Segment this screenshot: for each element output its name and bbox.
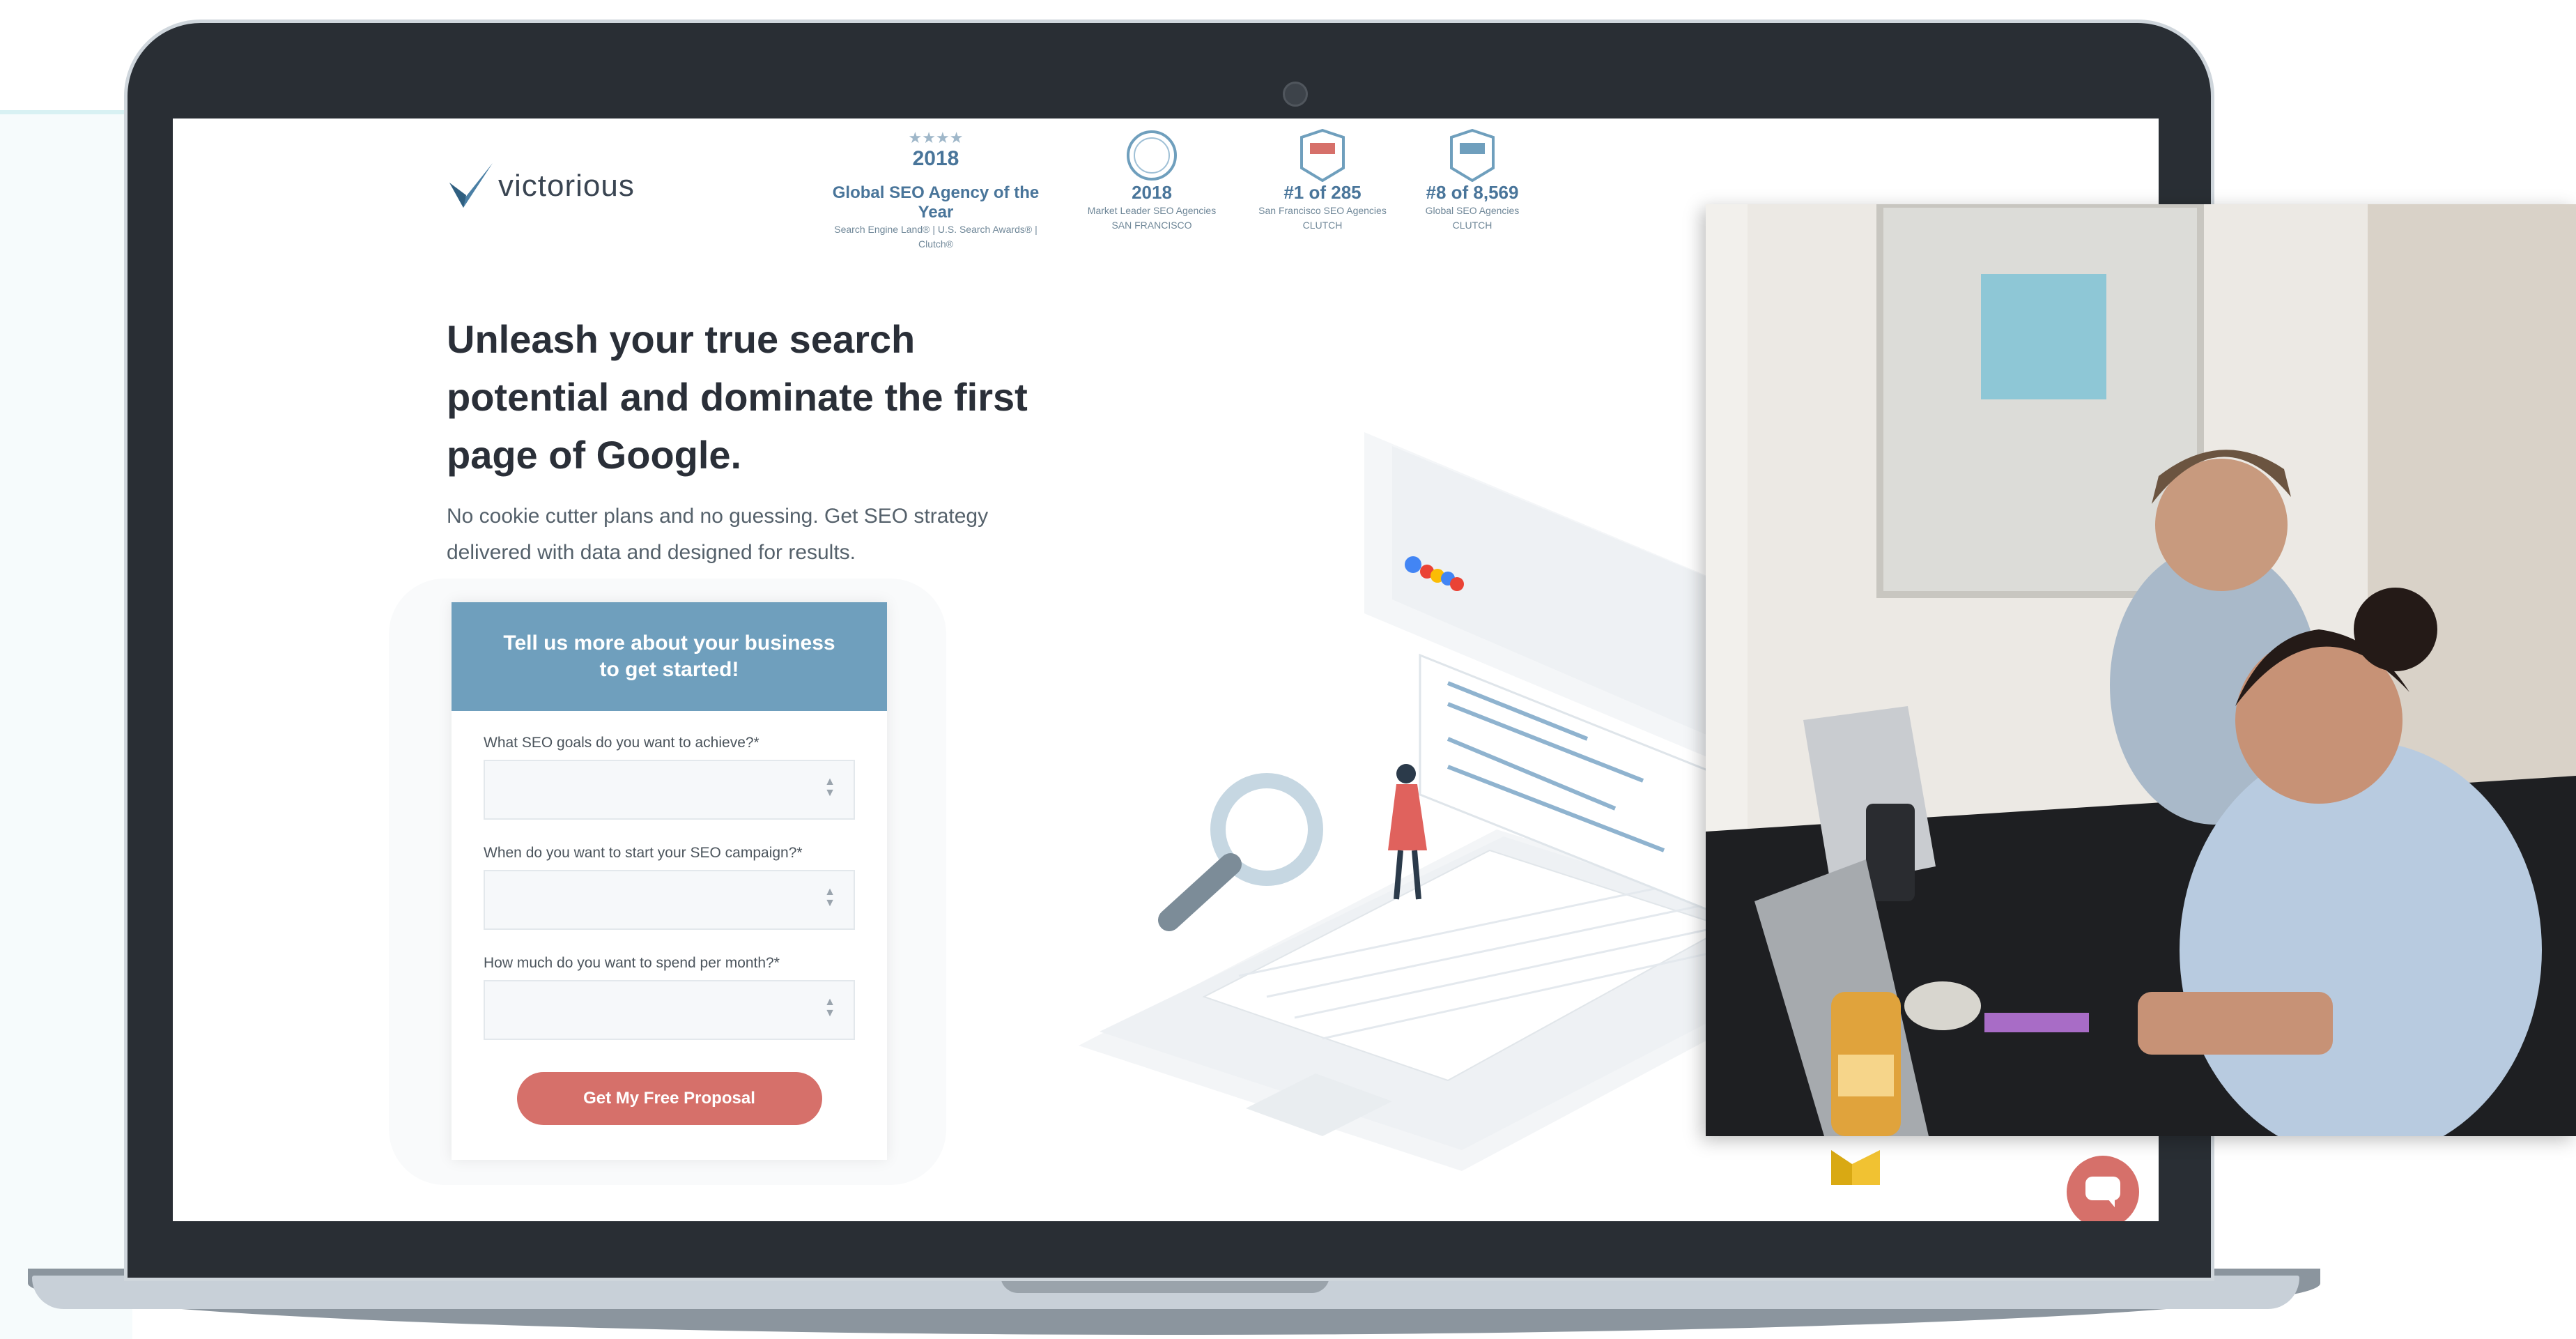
clutch-badge-icon — [1450, 129, 1495, 182]
chat-button[interactable] — [2067, 1156, 2139, 1221]
award-global-ranking: #8 of 8,569 Global SEO Agencies CLUTCH — [1396, 129, 1549, 233]
monthly-budget-label: How much do you want to spend per month?… — [484, 955, 780, 971]
hero-subtitle: No cookie cutter plans and no guessing. … — [447, 505, 989, 564]
camera-icon — [1283, 82, 1308, 107]
up-down-arrows-icon: ▲ ▼ — [824, 886, 835, 909]
award-title: Global SEO Agencies — [1425, 205, 1520, 216]
award-rank: #8 of 8,569 — [1426, 182, 1519, 203]
up-down-arrows-icon: ▲ ▼ — [824, 996, 835, 1019]
badge-icon — [1127, 130, 1177, 181]
award-title: Market Leader SEO Agencies — [1087, 205, 1217, 216]
award-sf-ranking: #1 of 285 San Francisco SEO Agencies CLU… — [1246, 129, 1399, 233]
seo-goals-label: What SEO goals do you want to achieve?* — [484, 735, 759, 751]
award-stars: ★★★★ — [908, 129, 964, 146]
team-photo — [1706, 204, 2576, 1136]
award-year: 2018 — [912, 147, 959, 170]
award-year: 2018 — [1132, 182, 1172, 203]
seo-goals-select[interactable]: ▲ ▼ — [484, 760, 855, 820]
award-agency-of-year: ★★★★ 2018 Global SEO Agency of the Year … — [831, 129, 1040, 252]
logo-text: victorious — [498, 169, 635, 203]
chat-bubble-icon — [2085, 1177, 2120, 1207]
clutch-badge-icon — [1300, 129, 1345, 182]
award-sub: Search Engine Land® | U.S. Search Awards… — [834, 224, 1038, 250]
award-sub: CLUTCH — [1302, 220, 1343, 231]
up-down-arrows-icon: ▲ ▼ — [824, 776, 835, 799]
proposal-form: Tell us more about your business to get … — [452, 602, 887, 1160]
team-photo-image — [1706, 204, 2576, 1136]
form-body: What SEO goals do you want to achieve?* … — [452, 711, 887, 1139]
award-title: San Francisco SEO Agencies — [1258, 205, 1387, 216]
award-rank: #1 of 285 — [1283, 182, 1362, 203]
logo[interactable]: victorious — [448, 162, 635, 211]
checkmark-logo-icon — [448, 162, 494, 211]
award-sub: CLUTCH — [1452, 220, 1493, 231]
award-sub: SAN FRANCISCO — [1111, 220, 1192, 231]
monthly-budget-select[interactable]: ▲ ▼ — [484, 980, 855, 1040]
form-heading: Tell us more about your business to get … — [452, 602, 887, 711]
award-market-leader: 2018 Market Leader SEO Agencies SAN FRAN… — [1075, 129, 1228, 233]
campaign-start-label: When do you want to start your SEO campa… — [484, 845, 803, 861]
get-free-proposal-button[interactable]: Get My Free Proposal — [516, 1072, 822, 1125]
campaign-start-select[interactable]: ▲ ▼ — [484, 870, 855, 930]
background-panel — [0, 110, 132, 1339]
award-title: Global SEO Agency of the Year — [832, 183, 1040, 222]
